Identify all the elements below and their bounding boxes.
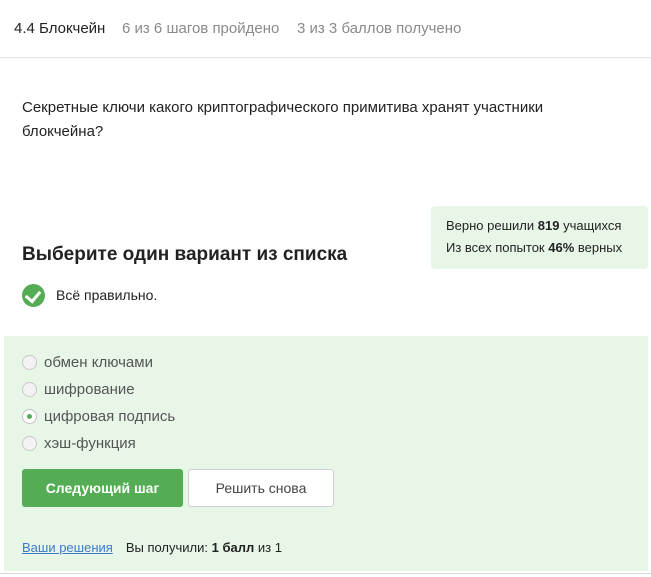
result-text: Всё правильно. [56, 287, 158, 303]
option-key-exchange[interactable]: обмен ключами [22, 352, 153, 372]
attempts-prefix: Из всех попыток [446, 240, 549, 255]
option-encryption[interactable]: шифрование [22, 379, 135, 399]
attempts-suffix: верных [574, 240, 623, 255]
option-hash-function[interactable]: хэш-функция [22, 433, 136, 453]
top-bar: 4.4 Блокчейн 6 из 6 шагов пройдено 3 из … [0, 0, 651, 58]
option-label: обмен ключами [44, 353, 153, 371]
solved-prefix: Верно решили [446, 218, 538, 233]
radio-button[interactable] [22, 354, 37, 370]
question-text: Секретные ключи какого криптографическог… [22, 99, 544, 140]
answer-panel: обмен ключами шифрование цифровая подпис… [4, 336, 648, 571]
attempts-percent: 46% [548, 240, 575, 255]
task-title: Выберите один вариант из списка [22, 244, 348, 265]
option-label: шифрование [44, 380, 135, 398]
submission-footer: Ваши решения Вы получили: 1 балл из 1 [22, 540, 282, 555]
lesson-title[interactable]: 4.4 Блокчейн [14, 20, 105, 37]
your-solutions-link[interactable]: Ваши решения [22, 540, 113, 555]
stats-box: Верно решили 819 учащихся Из всех попыто… [431, 206, 648, 269]
option-label: цифровая подпись [44, 407, 176, 425]
score-text: Вы получили: 1 балл из 1 [126, 540, 282, 555]
score-suffix: из 1 [254, 540, 282, 555]
next-step-button[interactable]: Следующий шаг [22, 469, 183, 507]
attempts-stat: Из всех попыток 46% верных [446, 237, 648, 259]
radio-button-selected[interactable] [22, 408, 37, 424]
check-circle-icon [22, 283, 45, 307]
retry-button[interactable]: Решить снова [188, 469, 334, 507]
divider [0, 573, 651, 574]
solved-stat: Верно решили 819 учащихся [446, 215, 648, 237]
option-label: хэш-функция [44, 434, 136, 452]
result-message: Всё правильно. [22, 283, 157, 307]
score-value: 1 балл [211, 540, 255, 555]
option-digital-signature[interactable]: цифровая подпись [22, 406, 175, 426]
solved-count: 819 [537, 218, 560, 233]
solved-suffix: учащихся [559, 218, 622, 233]
radio-button[interactable] [22, 381, 37, 397]
steps-progress: 6 из 6 шагов пройдено [122, 20, 280, 37]
radio-button[interactable] [22, 435, 37, 451]
score-prefix: Вы получили: [125, 540, 212, 555]
points-progress: 3 из 3 баллов получено [297, 20, 462, 37]
